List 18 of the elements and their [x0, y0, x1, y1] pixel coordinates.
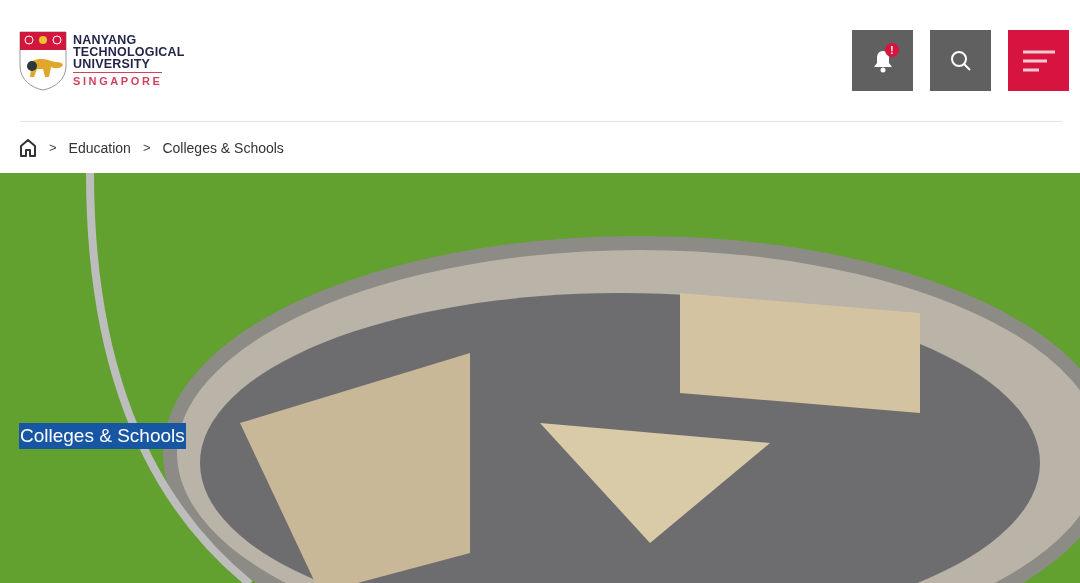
menu-button[interactable] — [1008, 30, 1069, 91]
breadcrumb-link[interactable]: Colleges & Schools — [162, 139, 284, 156]
menu-icon — [1020, 48, 1057, 73]
bell-icon — [871, 48, 894, 73]
breadcrumb-separator: > — [49, 140, 57, 155]
notifications-button[interactable]: ! — [852, 30, 913, 91]
search-icon — [948, 48, 973, 73]
university-name: NANYANG — [73, 34, 138, 46]
logo-tagline: SINGAPORE — [73, 72, 163, 87]
home-icon[interactable] — [19, 138, 37, 157]
notification-badge: ! — [885, 43, 899, 57]
page-title: Colleges & Schools — [19, 423, 186, 449]
search-button[interactable] — [930, 30, 991, 91]
university-name: UNIVERSITY — [73, 58, 151, 70]
university-crest-icon — [19, 30, 67, 91]
breadcrumb-separator: > — [142, 140, 151, 155]
breadcrumb-link[interactable]: Education — [68, 139, 131, 156]
university-name: TECHNOLOGICAL — [73, 46, 185, 58]
